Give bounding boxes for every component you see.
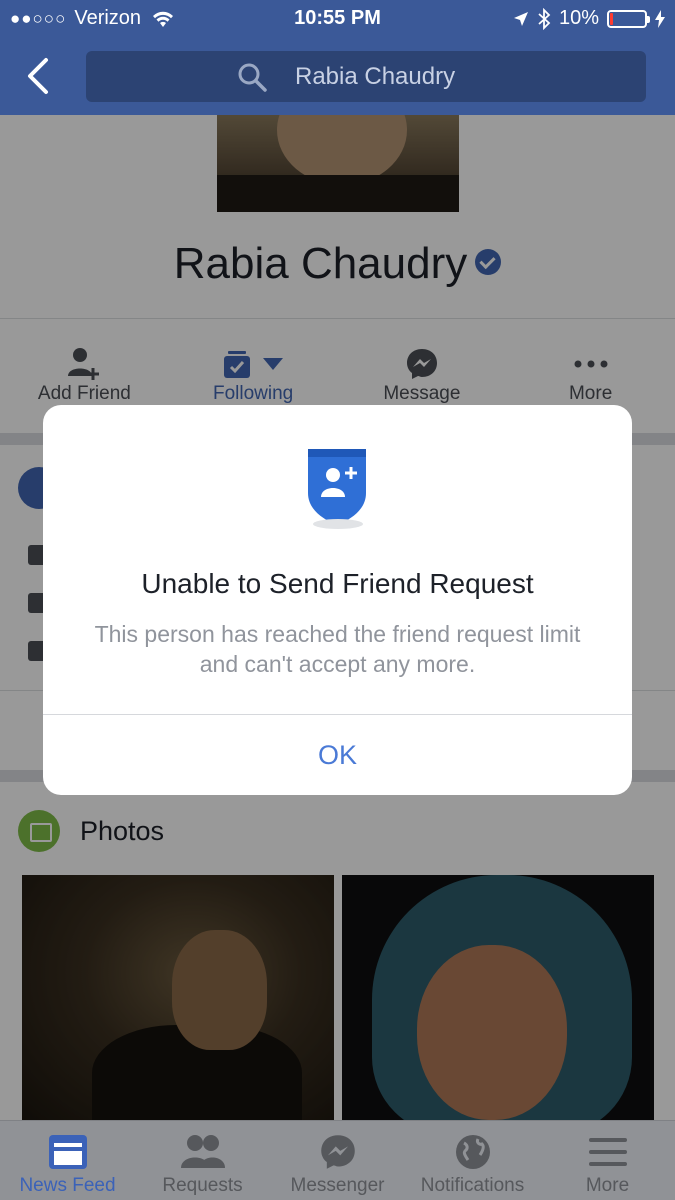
dialog-title: Unable to Send Friend Request [141,568,534,599]
news-feed-icon [48,1135,87,1169]
back-button[interactable] [22,56,58,96]
tab-notifications[interactable]: Notifications [405,1121,540,1200]
tab-messenger[interactable]: Messenger [270,1121,405,1200]
messenger-icon [320,1135,355,1169]
tab-requests-label: Requests [162,1175,243,1196]
requests-icon [180,1135,225,1168]
globe-icon [455,1135,490,1169]
tab-news-feed[interactable]: News Feed [0,1121,135,1200]
search-icon [238,63,267,92]
tab-messenger-label: Messenger [290,1175,385,1196]
tab-more[interactable]: More [540,1121,675,1200]
dialog-message: This person has reached the friend reque… [94,621,581,677]
badge-shadow [313,519,363,529]
battery-icon [607,9,650,28]
bluetooth-icon [538,7,551,30]
battery-level [610,12,613,25]
friend-request-error-dialog: Unable to Send Friend Request This perso… [43,405,632,795]
hamburger-icon [588,1138,627,1166]
tab-bar: News Feed Requests Messenger Notificatio… [0,1120,675,1200]
chevron-left-icon [28,58,48,94]
search-bar[interactable] [86,51,646,102]
tab-more-label: More [585,1175,630,1196]
top-bar: ●●○○○ Verizon 10:55 PM 10% [0,0,675,115]
battery-percent: 10% [558,7,599,29]
status-bar: ●●○○○ Verizon 10:55 PM 10% [0,0,675,38]
tab-requests[interactable]: Requests [135,1121,270,1200]
tab-notifications-label: Notifications [420,1175,525,1196]
tab-news-feed-label: News Feed [19,1175,116,1196]
charging-bolt-icon [655,9,665,28]
location-arrow-icon [513,11,528,26]
ok-button[interactable]: OK [43,715,632,795]
search-input[interactable] [295,62,495,91]
